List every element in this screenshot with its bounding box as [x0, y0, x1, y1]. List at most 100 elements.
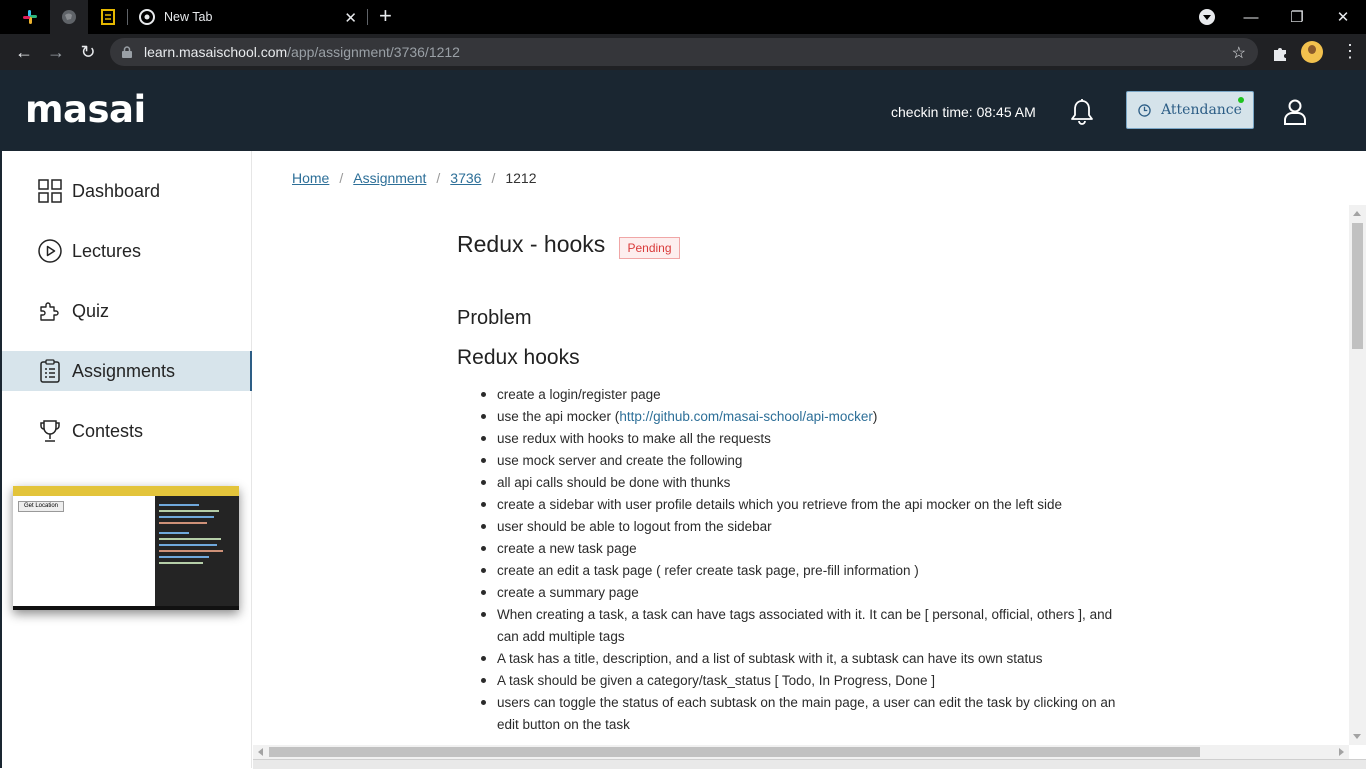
- lock-icon: [122, 46, 132, 58]
- profile-avatar[interactable]: [1301, 41, 1323, 63]
- breadcrumb-current: 1212: [505, 170, 537, 186]
- requirements-list: create a login/register page use the api…: [481, 384, 1137, 736]
- list-item: use mock server and create the following: [481, 450, 1137, 472]
- breadcrumb-assignment[interactable]: Assignment: [353, 170, 426, 186]
- horizontal-scroll-thumb[interactable]: [269, 747, 1200, 757]
- logo-text: masai: [25, 88, 146, 131]
- extensions-puzzle-icon[interactable]: [1271, 44, 1289, 62]
- attendance-label: Attendance: [1161, 102, 1242, 118]
- list-item: A task has a title, description, and a l…: [481, 648, 1137, 670]
- scroll-down-arrow-icon[interactable]: [1353, 734, 1361, 739]
- url-text: learn.masaischool.com/app/assignment/373…: [144, 44, 460, 60]
- chrome-menu-icon[interactable]: ⋮: [1341, 42, 1359, 60]
- sidebar-item-label: Dashboard: [72, 180, 161, 201]
- user-profile-icon[interactable]: [1284, 99, 1306, 125]
- scroll-left-arrow-icon[interactable]: [258, 748, 263, 756]
- preview-page: [13, 496, 155, 606]
- status-badge: Pending: [619, 237, 680, 259]
- list-item: create a login/register page: [481, 384, 1137, 406]
- list-item-text: ): [872, 409, 878, 424]
- globe-icon: [62, 10, 76, 24]
- clipboard-icon: [40, 359, 60, 383]
- play-circle-icon: [38, 239, 62, 263]
- list-item: create an edit a task page ( refer creat…: [481, 560, 1137, 582]
- url-path: /app/assignment/3736/1212: [287, 44, 460, 60]
- online-status-dot: [1238, 97, 1244, 103]
- tab-search-icon[interactable]: [1199, 9, 1215, 25]
- tab-separator: [367, 9, 368, 25]
- close-tab-icon[interactable]: ✕: [344, 9, 357, 27]
- chrome-icon: [139, 9, 155, 25]
- list-item: use the api mocker (http://github.com/ma…: [481, 406, 1137, 428]
- window-preview-thumbnail[interactable]: Get Location: [13, 486, 239, 610]
- clock-icon: [1138, 103, 1151, 117]
- masai-logo[interactable]: masai: [25, 88, 146, 131]
- forward-arrow-icon[interactable]: →: [44, 40, 68, 64]
- vertical-scrollbar[interactable]: [1349, 205, 1366, 745]
- list-item: create a new task page: [481, 538, 1137, 560]
- horizontal-scrollbar[interactable]: [253, 745, 1349, 759]
- back-arrow-icon[interactable]: ←: [12, 40, 36, 64]
- close-window-icon[interactable]: ✕: [1320, 0, 1366, 34]
- api-mocker-link[interactable]: http://github.com/masai-school/api-mocke…: [619, 409, 873, 424]
- sidebar-item-dashboard[interactable]: Dashboard: [2, 171, 250, 211]
- globe-tab[interactable]: [50, 0, 88, 34]
- trophy-icon: [40, 420, 60, 442]
- list-item: A task should be given a category/task_s…: [481, 670, 1137, 692]
- grid-icon: [38, 179, 62, 203]
- assignment-title: Redux - hooks: [457, 231, 606, 257]
- scroll-right-arrow-icon[interactable]: [1339, 748, 1344, 756]
- list-item-text: use the api mocker (: [497, 409, 620, 424]
- new-tab-plus-icon[interactable]: +: [379, 5, 392, 27]
- attendance-button[interactable]: Attendance: [1126, 91, 1254, 129]
- bookmark-star-icon[interactable]: ☆: [1232, 43, 1246, 63]
- list-item: create a summary page: [481, 582, 1137, 604]
- sidebar-item-label: Contests: [72, 420, 144, 441]
- breadcrumb-separator: /: [436, 170, 441, 186]
- window-controls: — ❐ ✕: [1228, 0, 1366, 34]
- slack-tab[interactable]: [11, 0, 49, 34]
- slack-icon: [23, 10, 37, 24]
- section-heading-redux-hooks: Redux hooks: [457, 346, 580, 369]
- puzzle-icon: [40, 302, 59, 321]
- notes-tab[interactable]: [89, 0, 127, 34]
- sidebar-item-assignments[interactable]: Assignments: [2, 351, 252, 391]
- section-heading-problem: Problem: [457, 307, 532, 329]
- document-icon: [101, 9, 115, 25]
- preview-devtools: [155, 496, 239, 606]
- breadcrumb-separator: /: [339, 170, 344, 186]
- list-item: use redux with hooks to make all the req…: [481, 428, 1137, 450]
- preview-get-location-button: Get Location: [18, 501, 64, 512]
- list-item: users can toggle the status of each subt…: [481, 692, 1137, 736]
- sidebar-item-contests[interactable]: Contests: [2, 411, 250, 451]
- breadcrumb: Home / Assignment / 3736 / 1212: [292, 170, 537, 186]
- sidebar-item-label: Lectures: [72, 240, 142, 261]
- vertical-scroll-thumb[interactable]: [1352, 223, 1363, 349]
- notification-bell-icon[interactable]: [1069, 98, 1095, 126]
- reload-icon[interactable]: ↻: [76, 40, 100, 64]
- preview-taskbar: [13, 606, 239, 610]
- sidebar-item-quiz[interactable]: Quiz: [2, 291, 250, 331]
- address-bar[interactable]: learn.masaischool.com/app/assignment/373…: [110, 38, 1258, 66]
- sidebar-item-label: Quiz: [72, 300, 110, 321]
- tab-title: New Tab: [164, 10, 213, 24]
- browser-tab-strip: New Tab ✕ + — ❐ ✕: [0, 0, 1366, 34]
- url-host: learn.masaischool.com: [144, 44, 288, 60]
- list-item: create a sidebar with user profile detai…: [481, 494, 1137, 516]
- list-item: all api calls should be done with thunks: [481, 472, 1137, 494]
- restore-icon[interactable]: ❐: [1274, 0, 1320, 34]
- tab-new-tab[interactable]: New Tab ✕: [127, 0, 367, 34]
- sidebar: Dashboard Lectures Quiz Assignments Cont…: [0, 151, 252, 768]
- breadcrumb-separator: /: [491, 170, 496, 186]
- preview-titlebar: [13, 486, 239, 496]
- minimize-icon[interactable]: —: [1228, 0, 1274, 34]
- checkin-time: checkin time: 08:45 AM: [891, 104, 1036, 120]
- sidebar-edge: [0, 151, 2, 768]
- breadcrumb-home[interactable]: Home: [292, 170, 329, 186]
- sidebar-item-label: Assignments: [72, 360, 176, 381]
- breadcrumb-assignment-id[interactable]: 3736: [450, 170, 481, 186]
- sidebar-item-lectures[interactable]: Lectures: [2, 231, 250, 271]
- list-item: user should be able to logout from the s…: [481, 516, 1137, 538]
- scroll-up-arrow-icon[interactable]: [1353, 211, 1361, 216]
- list-item: When creating a task, a task can have ta…: [481, 604, 1137, 648]
